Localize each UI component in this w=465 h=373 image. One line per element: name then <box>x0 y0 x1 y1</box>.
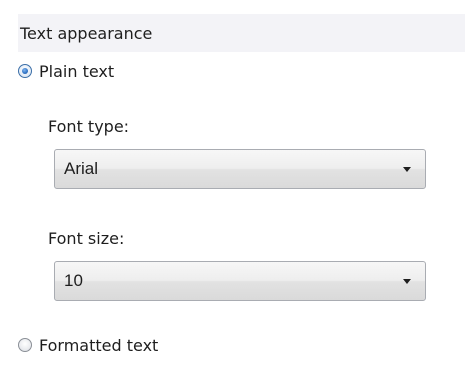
formatted-text-radio[interactable] <box>18 338 32 352</box>
plain-text-option[interactable]: Plain text <box>18 58 114 84</box>
font-type-label: Font type: <box>48 117 130 136</box>
font-type-value: Arial <box>64 159 99 178</box>
plain-text-label[interactable]: Plain text <box>39 62 114 81</box>
plain-text-radio[interactable] <box>18 64 32 78</box>
chevron-down-icon[interactable] <box>403 278 411 284</box>
formatted-text-option[interactable]: Formatted text <box>18 332 158 358</box>
formatted-text-label[interactable]: Formatted text <box>39 336 158 355</box>
font-size-dropdown[interactable]: 10 <box>54 261 426 301</box>
font-size-value: 10 <box>64 271 83 290</box>
section-header: Text appearance <box>18 14 465 52</box>
font-type-dropdown[interactable]: Arial <box>54 149 426 189</box>
chevron-down-icon[interactable] <box>403 166 411 172</box>
font-size-label: Font size: <box>48 229 125 248</box>
section-title: Text appearance <box>20 23 153 43</box>
